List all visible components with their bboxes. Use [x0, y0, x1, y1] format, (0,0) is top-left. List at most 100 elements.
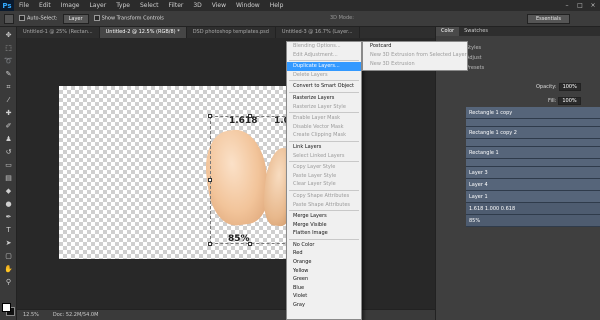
menu-help[interactable]: Help [265, 0, 289, 11]
context-menu-item[interactable]: Violet [287, 292, 361, 301]
auto-select-dropdown[interactable]: Layer [62, 13, 89, 24]
fill-label: Fill: [548, 98, 557, 104]
menu-layer[interactable]: Layer [84, 0, 111, 11]
menu-select[interactable]: Select [135, 0, 164, 11]
history-brush-icon[interactable]: ↺ [3, 147, 14, 157]
layers-list: Rectangle 1 copy Rectangle 1 copy 2 Rect… [466, 107, 600, 227]
context-menu-item[interactable]: Red [287, 249, 361, 258]
context-menu-item: Blending Options... [293, 43, 341, 49]
percent-label: 85% [228, 234, 250, 244]
layer-row[interactable]: 1.618 1.000 0.618 [466, 203, 600, 215]
styles-panel-tab[interactable]: Styles [466, 45, 481, 51]
eyedropper-icon[interactable]: ⁄ [3, 95, 14, 105]
layer-row[interactable]: 85% [466, 215, 600, 227]
move-icon[interactable]: ✥ [3, 30, 14, 40]
close-icon[interactable]: × [588, 1, 598, 9]
tab-untitled-2[interactable]: Untitled-2 @ 12.5% (RGB/8) * [99, 27, 187, 38]
context-menu-item[interactable]: No Color [287, 241, 361, 250]
foreground-color-swatch[interactable] [2, 303, 11, 312]
tab-color[interactable]: Color [436, 27, 460, 36]
menu-file[interactable]: File [14, 0, 34, 11]
opacity-input[interactable]: 100% [558, 83, 581, 91]
context-menu-item[interactable]: Orange [287, 258, 361, 267]
context-menu-item: Disable Vector Mask [293, 123, 344, 130]
context-menu-item[interactable]: Blue [287, 284, 361, 293]
menu-type[interactable]: Type [111, 0, 135, 11]
context-menu-item[interactable]: Gray [287, 301, 361, 310]
pen-icon[interactable]: ✒ [3, 212, 14, 222]
context-menu-item[interactable]: Postcard [363, 42, 467, 51]
zoom-icon[interactable]: ⚲ [3, 277, 14, 287]
blur-icon[interactable]: ◆ [3, 186, 14, 196]
fill-input[interactable]: 100% [558, 97, 581, 105]
context-menu-item[interactable]: Yellow [287, 267, 361, 276]
layer-row[interactable]: Layer 1 [466, 191, 600, 203]
menu-image[interactable]: Image [56, 0, 85, 11]
menu-edit[interactable]: Edit [34, 0, 56, 11]
layer-row-spacer [466, 159, 600, 167]
tab-swatches[interactable]: Swatches [459, 27, 493, 36]
menu-separator [289, 112, 359, 114]
stamp-icon[interactable]: ♟ [3, 134, 14, 144]
menu-window[interactable]: Window [231, 0, 265, 11]
gradient-icon[interactable]: ▤ [3, 173, 14, 183]
type-icon[interactable]: T [3, 225, 14, 235]
layer-row[interactable]: Layer 3 [466, 167, 600, 179]
adjustments-panel-tab[interactable]: Adjust [466, 55, 482, 61]
context-menu-item[interactable]: Flatten Image [287, 229, 361, 238]
auto-select-checkbox[interactable]: Auto-Select: [19, 15, 58, 22]
move-tool-icon[interactable] [4, 13, 14, 24]
brush-icon[interactable]: ✐ [3, 121, 14, 131]
transform-bounding-box[interactable] [210, 116, 290, 244]
transform-controls-checkbox[interactable]: Show Transform Controls [93, 15, 164, 22]
hand-icon[interactable]: ✋ [3, 264, 14, 274]
menu-filter[interactable]: Filter [164, 0, 189, 11]
eraser-icon[interactable]: ▭ [3, 160, 14, 170]
menu-separator [289, 210, 359, 212]
layer-row-spacer [466, 139, 600, 147]
healing-icon[interactable]: ✚ [3, 108, 14, 118]
layer-row[interactable]: Rectangle 1 [466, 147, 600, 159]
minimize-icon[interactable]: – [562, 1, 572, 9]
tab-untitled-1[interactable]: Untitled-1 @ 25% (Rectan... [17, 27, 100, 38]
crop-icon[interactable]: ⌗ [3, 82, 14, 92]
shape-icon[interactable]: ▢ [3, 251, 14, 261]
opacity-label: Opacity: [536, 84, 557, 90]
context-menu-item: Select Linked Layers [293, 152, 345, 159]
menu-3d[interactable]: 3D [188, 0, 206, 11]
context-menu-item[interactable]: Green [287, 275, 361, 284]
menu-bar: Ps File Edit Image Layer Type Select Fil… [0, 0, 600, 11]
document-size: Doc: 52.2M/54.0M [52, 312, 99, 318]
context-menu-item[interactable]: Convert to Smart Object [287, 82, 361, 91]
context-menu-item[interactable]: Rasterize Layers [287, 94, 361, 103]
context-menu-item[interactable]: Merge Layers [287, 212, 361, 221]
marquee-icon[interactable]: ⬚ [3, 43, 14, 53]
presets-panel-tab[interactable]: Presets [466, 65, 484, 71]
context-menu-item: Paste Shape Attributes [293, 201, 351, 208]
context-menu-item: Paste Layer Style [293, 172, 337, 179]
transform-handle[interactable] [208, 178, 212, 182]
transform-handle[interactable] [208, 114, 212, 118]
lasso-icon[interactable]: ➰ [3, 56, 14, 66]
tab-dsd-templates[interactable]: DSD photoshop templates.psd [187, 27, 276, 38]
context-menu-item[interactable]: Link Layers [287, 143, 361, 152]
path-select-icon[interactable]: ➤ [3, 238, 14, 248]
tab-untitled-3[interactable]: Untitled-3 @ 16.7% (Layer... [276, 27, 360, 38]
transform-handle[interactable] [208, 242, 212, 246]
context-menu-item[interactable]: Duplicate Layers... [287, 62, 361, 71]
context-menu-item[interactable]: Merge Visible [287, 221, 361, 230]
workspace-dropdown[interactable]: Essentials [526, 14, 570, 24]
quick-select-icon[interactable]: ✎ [3, 69, 14, 79]
canvas-workspace[interactable]: 1.618 1.0 85% [17, 38, 435, 309]
zoom-level[interactable]: 12.5% [23, 312, 39, 318]
layer-context-submenu: Postcard New 3D Extrusion from Selected L… [362, 41, 468, 71]
context-menu-item: Clear Layer Style [293, 181, 336, 188]
layer-row[interactable]: Rectangle 1 copy 2 [466, 127, 600, 139]
context-menu-item: Enable Layer Mask [293, 115, 341, 122]
menu-view[interactable]: View [207, 0, 231, 11]
menu-separator [289, 140, 359, 142]
layer-row[interactable]: Layer 4 [466, 179, 600, 191]
layer-row[interactable]: Rectangle 1 copy [466, 107, 600, 119]
dodge-icon[interactable]: ● [3, 199, 14, 209]
maximize-icon[interactable]: □ [575, 1, 585, 9]
